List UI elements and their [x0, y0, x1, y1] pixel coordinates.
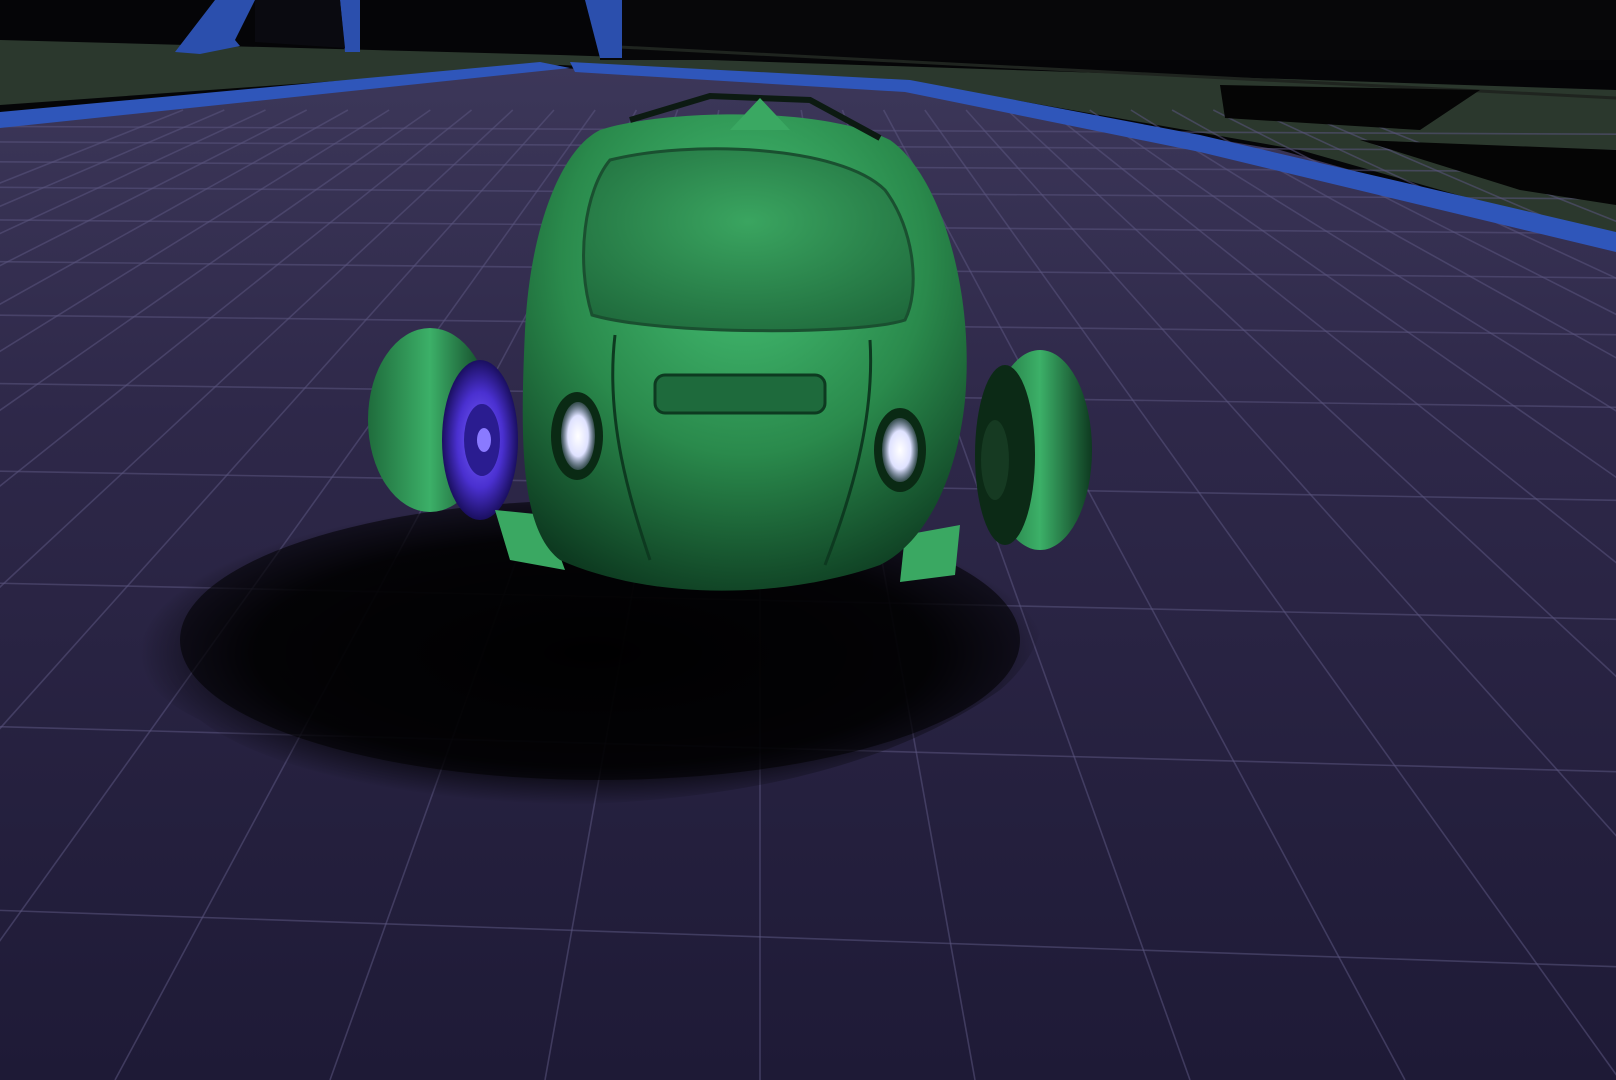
front-right-wheel — [975, 350, 1092, 550]
ramp-dark — [255, 0, 345, 48]
game-viewport[interactable] — [0, 0, 1616, 1080]
arena-wall — [600, 0, 1616, 60]
left-headlight — [551, 392, 603, 480]
car-canopy — [582, 147, 915, 333]
car-grille — [653, 373, 827, 415]
right-headlight — [874, 408, 926, 492]
